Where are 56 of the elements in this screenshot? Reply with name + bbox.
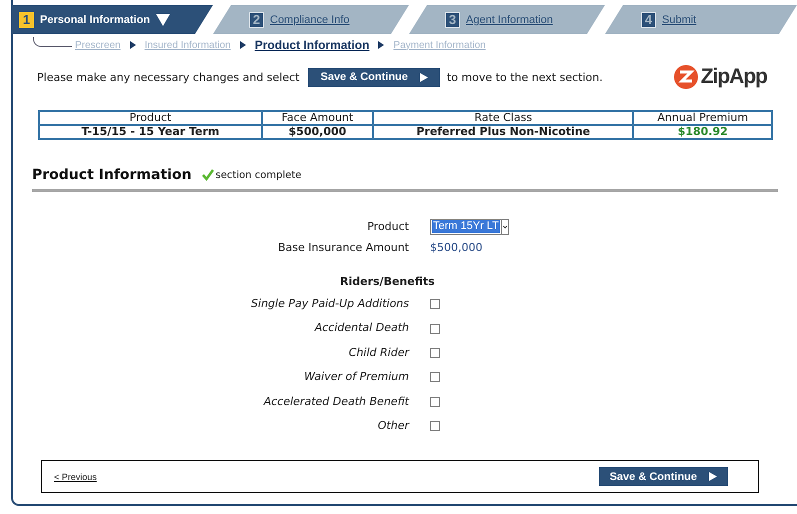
connector-line: [33, 37, 72, 47]
previous-link[interactable]: < Previous: [54, 472, 97, 482]
column-header: Product: [39, 111, 262, 125]
step-number: 3: [445, 12, 460, 28]
check-icon: [202, 169, 214, 181]
instruction-text: Please make any necessary changes and select: [37, 70, 300, 84]
column-header: Annual Premium: [633, 111, 772, 125]
checkbox[interactable]: [430, 348, 440, 358]
tab-label: Compliance Info: [270, 14, 350, 26]
checkbox[interactable]: [430, 396, 440, 407]
rider-label: Waiver of Premium: [303, 369, 409, 386]
checkbox[interactable]: [430, 324, 440, 334]
rider-label: Single Pay Paid-Up Additions: [250, 296, 409, 312]
section-title: Product Information: [32, 167, 192, 183]
instruction-text: to move to the next section.: [446, 70, 603, 84]
chevron-icon: [500, 220, 508, 234]
riders-heading: Riders/Benefits: [339, 274, 436, 290]
logo-icon: [674, 65, 698, 89]
table-cell: $500,000: [262, 125, 373, 139]
field-value: $500,000: [430, 241, 484, 254]
rider-label: Accidental Death: [313, 320, 409, 336]
field-label: Product: [366, 219, 409, 235]
table-cell: T-15/15 - 15 Year Term: [39, 125, 262, 139]
logo-text: ZipApp: [700, 65, 767, 89]
step-number: 4: [641, 12, 656, 28]
status-text: section complete: [216, 170, 302, 180]
rider-label: Child Rider: [348, 344, 409, 361]
arrow-icon: [130, 41, 136, 49]
step-number: 1: [19, 12, 34, 28]
step-tab[interactable]: 2 Compliance Info: [213, 5, 409, 34]
tab-label: Personal Information: [40, 14, 150, 26]
breadcrumb-link[interactable]: Product Information: [254, 38, 370, 52]
play-icon: [420, 72, 428, 82]
column-header: Rate Class: [372, 111, 634, 125]
table-cell: $180.92: [633, 125, 772, 139]
table-cell: Preferred Plus Non-Nicotine: [372, 125, 634, 139]
checkbox[interactable]: [430, 299, 440, 310]
column-header: Face Amount: [262, 111, 373, 125]
save-continue-button[interactable]: Save & Continue: [598, 467, 728, 486]
checkbox[interactable]: [430, 372, 440, 382]
arrow-icon: [240, 41, 246, 49]
tab-label: Submit: [662, 14, 696, 26]
product-dropdown[interactable]: Term 15Yr LT: [430, 218, 509, 234]
checkbox[interactable]: [430, 421, 440, 432]
step-tab[interactable]: 4 Submit: [605, 5, 797, 34]
save-continue-button[interactable]: Save & Continue: [308, 68, 440, 86]
tab-label: Agent Information: [466, 14, 553, 26]
caret-icon: [156, 14, 170, 26]
rider-label: Accelerated Death Benefit: [262, 394, 409, 410]
step-tab[interactable]: 1 Personal Information: [13, 5, 213, 34]
rider-label: Other: [376, 418, 409, 434]
step-number: 2: [249, 12, 264, 28]
field-label: Base Insurance Amount: [277, 240, 409, 256]
arrow-icon: [378, 41, 384, 49]
play-icon: [709, 472, 717, 482]
step-tab[interactable]: 3 Agent Information: [409, 5, 605, 34]
